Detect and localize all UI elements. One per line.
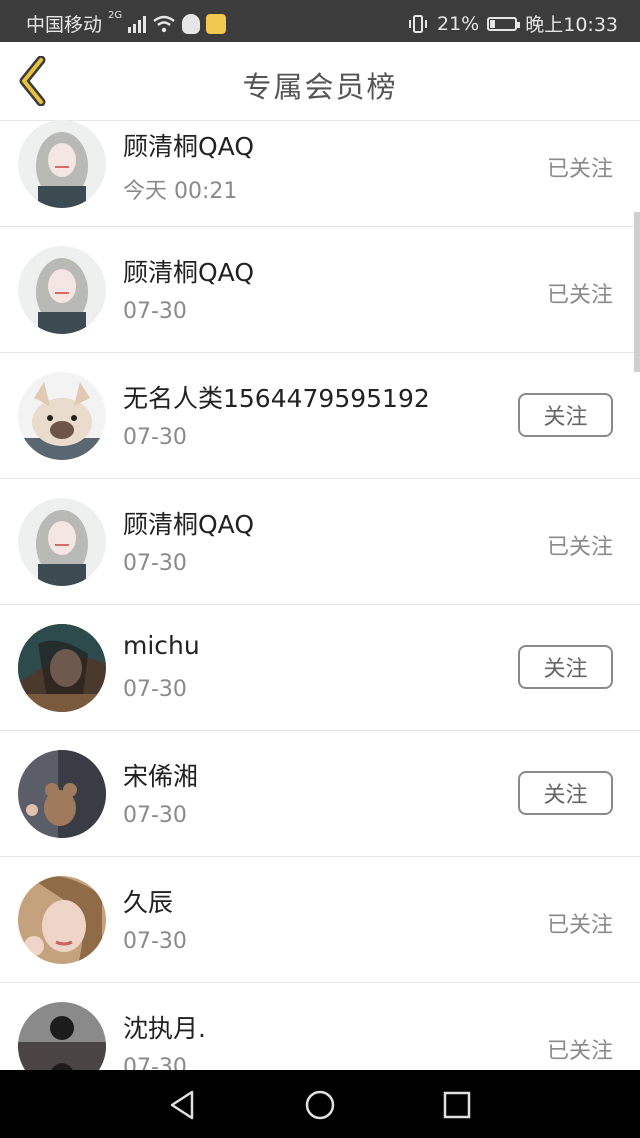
member-time: 07-30 (123, 299, 187, 324)
followed-label: 已关注 (546, 913, 613, 938)
followed-label: 已关注 (546, 283, 613, 308)
member-name: 顾清桐QAQ (123, 510, 255, 539)
signal-icon (128, 15, 147, 33)
member-list[interactable]: 顾清桐QAQ 今天 00:21 已关注 顾清桐QAQ 07-30 已关注 无名人… (0, 107, 640, 1070)
avatar[interactable] (18, 246, 106, 334)
list-item[interactable]: 久辰 07-30 已关注 (0, 857, 640, 983)
list-item[interactable]: 沈执月. 07-30 已关注 (0, 983, 640, 1070)
avatar[interactable] (18, 498, 106, 586)
member-time: 今天 00:21 (123, 179, 238, 204)
battery-icon (487, 16, 521, 31)
member-time: 07-30 (123, 425, 187, 450)
member-time: 07-30 (123, 1055, 187, 1070)
list-item[interactable]: 无名人类1564479595192 07-30 关注 (0, 353, 640, 479)
back-triangle-icon[interactable] (166, 1088, 200, 1122)
list-item[interactable]: michu 07-30 关注 (0, 605, 640, 731)
vibrate-icon (409, 14, 427, 33)
avatar[interactable] (18, 120, 106, 208)
home-circle-icon[interactable] (303, 1088, 337, 1122)
recents-square-icon[interactable] (440, 1088, 474, 1122)
follow-button[interactable]: 关注 (518, 771, 613, 815)
network-label: 2G (108, 10, 123, 21)
member-name: 宋俙湘 (123, 762, 199, 791)
member-name: 顾清桐QAQ (123, 258, 255, 287)
list-item[interactable]: 顾清桐QAQ 07-30 已关注 (0, 479, 640, 605)
member-time: 07-30 (123, 677, 187, 702)
avatar[interactable] (18, 1002, 106, 1070)
avatar[interactable] (18, 876, 106, 964)
carrier-label: 中国移动 (26, 14, 103, 36)
follow-button[interactable]: 关注 (518, 645, 613, 689)
followed-label: 已关注 (546, 535, 613, 560)
member-time: 07-30 (123, 803, 187, 828)
followed-label: 已关注 (546, 1039, 613, 1064)
avatar[interactable] (18, 372, 106, 460)
page-title: 专属会员榜 (242, 70, 398, 104)
member-name: michu (123, 631, 200, 660)
followed-label: 已关注 (546, 157, 613, 182)
wifi-icon (153, 15, 175, 32)
list-item[interactable]: 顾清桐QAQ 07-30 已关注 (0, 227, 640, 353)
list-item[interactable]: 顾清桐QAQ 今天 00:21 已关注 (0, 107, 640, 227)
system-nav-bar (0, 1070, 640, 1138)
follow-button[interactable]: 关注 (518, 393, 613, 437)
avatar[interactable] (18, 750, 106, 838)
app-notification-icon (206, 13, 227, 34)
qq-icon (182, 13, 201, 34)
status-bar: 中国移动 2G 21% 晚上10:33 (0, 0, 640, 42)
battery-percent: 21% (437, 12, 480, 35)
member-name: 无名人类1564479595192 (123, 384, 430, 413)
list-item[interactable]: 宋俙湘 07-30 关注 (0, 731, 640, 857)
avatar[interactable] (18, 624, 106, 712)
scrollbar[interactable] (634, 212, 640, 372)
member-time: 07-30 (123, 929, 187, 954)
member-time: 07-30 (123, 551, 187, 576)
member-name: 顾清桐QAQ (123, 132, 255, 161)
member-name: 沈执月. (123, 1014, 206, 1043)
member-name: 久辰 (123, 888, 174, 917)
clock: 晚上10:33 (525, 14, 618, 36)
